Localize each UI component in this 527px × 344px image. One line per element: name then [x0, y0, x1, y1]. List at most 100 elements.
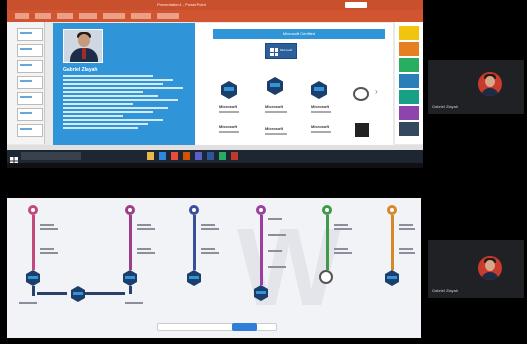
timeline-label [40, 248, 54, 250]
ribbon-tab-animations[interactable] [131, 13, 151, 19]
timeline-label [201, 252, 219, 254]
slide-thumbnail[interactable] [17, 60, 43, 73]
badge-subtext [311, 111, 331, 113]
edge-icon[interactable] [159, 152, 166, 160]
active-page-button[interactable] [232, 323, 257, 331]
ribbon-tab-design[interactable] [79, 13, 97, 19]
location-pin-icon [125, 205, 135, 215]
cv-text-line [63, 115, 123, 117]
certification-badge-icon [311, 81, 327, 99]
location-pin-icon [28, 205, 38, 215]
color-swatch[interactable] [399, 42, 419, 56]
profile-photo [63, 29, 103, 63]
cv-text-line [63, 119, 163, 121]
timeline-label [334, 224, 348, 226]
certification-badge-icon [71, 286, 85, 302]
color-swatch[interactable] [399, 106, 419, 120]
round-badge-icon [353, 87, 369, 101]
excel-icon[interactable] [219, 152, 226, 160]
participant-name: Gabriel Zlayah [432, 104, 459, 109]
cert-section-title: Microsoft Certified [213, 29, 385, 39]
cv-text-line [63, 83, 163, 85]
ms-badge-label: Microsoft [219, 104, 237, 109]
timeline-label [137, 228, 155, 230]
participant-name: Gabriel Zlayah [432, 288, 459, 293]
cv-text-line [63, 75, 153, 77]
window-title: Presentation1 - PowerPoint [157, 2, 206, 7]
slide-thumbnail[interactable] [17, 92, 43, 105]
participant-tile[interactable]: Gabriel Zlayah [428, 60, 524, 114]
timeline-label [399, 252, 415, 254]
cv-text-line [63, 87, 183, 89]
timeline-label [137, 248, 151, 250]
ribbon-tab-file[interactable] [15, 13, 29, 19]
timeline-connector [37, 292, 67, 295]
windows-start-icon[interactable] [10, 152, 18, 163]
slide-thumbnail[interactable] [17, 28, 43, 41]
slide-thumbnails-pane[interactable] [7, 22, 45, 144]
slide-thumbnail[interactable] [17, 44, 43, 57]
badge-subtext [265, 133, 287, 135]
microsoft-certified-logo: Microsoft [265, 43, 297, 59]
slide-thumbnail[interactable] [17, 76, 43, 89]
timeline-label [268, 234, 286, 236]
ms-badge-label: Microsoft [311, 104, 329, 109]
divider [7, 163, 423, 168]
participant-avatar [478, 72, 502, 96]
timeline-label [268, 250, 282, 252]
powerpoint-icon[interactable] [183, 152, 190, 160]
cv-text-line [63, 99, 178, 101]
timeline-label [334, 228, 352, 230]
app-icon[interactable] [231, 152, 238, 160]
certification-badge-icon [187, 270, 201, 286]
ribbon-tab-home[interactable] [35, 13, 51, 19]
ms-badge-label: Microsoft [311, 124, 329, 129]
taskbar-search-box[interactable] [21, 152, 81, 160]
ribbon-tab-transitions[interactable] [103, 13, 125, 19]
color-swatch[interactable] [399, 26, 419, 40]
cv-text-line [63, 91, 143, 93]
slide-navigation-bar[interactable] [157, 323, 277, 331]
ms-badge-label: Microsoft [265, 126, 283, 131]
badge-subtext [219, 131, 239, 133]
timeline-label [137, 252, 155, 254]
cv-text-line [63, 127, 138, 129]
timeline-label [19, 302, 37, 304]
ribbon-search-box[interactable] [345, 2, 367, 8]
timeline-track [128, 286, 132, 294]
certification-badge-icon [319, 270, 333, 284]
chrome-icon[interactable] [171, 152, 178, 160]
chevron-right-icon: › [375, 87, 378, 96]
slide-thumbnail[interactable] [17, 108, 43, 121]
color-swatch[interactable] [399, 74, 419, 88]
ribbon-tab-slideshow[interactable] [157, 13, 179, 19]
cv-text-line [63, 123, 148, 125]
timeline-label [40, 228, 58, 230]
timeline-label [201, 224, 215, 226]
timeline-label [40, 252, 58, 254]
timeline-label [399, 248, 413, 250]
timeline-label [40, 224, 54, 226]
color-swatch[interactable] [399, 122, 419, 136]
timeline-label [399, 228, 415, 230]
word-icon[interactable] [207, 152, 214, 160]
timeline-track [390, 215, 394, 270]
location-pin-icon [387, 205, 397, 215]
color-swatch[interactable] [399, 90, 419, 104]
timeline-track [259, 215, 263, 285]
certification-badge-icon [26, 270, 40, 286]
slide-thumbnail[interactable] [17, 124, 43, 137]
color-swatch[interactable] [399, 58, 419, 72]
cv-panel: Gabriel Zlayah [53, 23, 195, 147]
color-palette-panel[interactable] [395, 22, 423, 144]
location-pin-icon [189, 205, 199, 215]
file-explorer-icon[interactable] [147, 152, 154, 160]
timeline-track [192, 215, 196, 270]
teams-icon[interactable] [195, 152, 202, 160]
cv-text-line [63, 103, 133, 105]
participant-tile[interactable]: Gabriel Zlayah [428, 240, 524, 298]
ms-badge-label: Microsoft [219, 124, 237, 129]
slide-canvas[interactable]: Gabriel Zlayah Microsoft Certified Micro… [53, 23, 393, 147]
ms-badge-label: Microsoft [265, 104, 283, 109]
ribbon-tab-insert[interactable] [57, 13, 73, 19]
